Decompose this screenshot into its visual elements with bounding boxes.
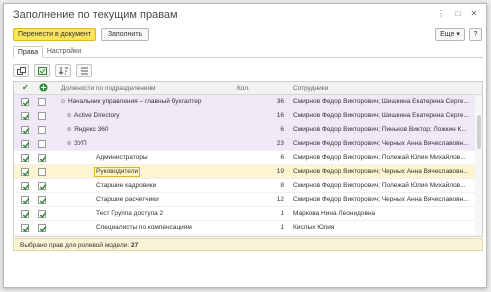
check-all-icon[interactable]: ✔ [22, 83, 29, 92]
row-name: Старшие кадровики [96, 182, 157, 189]
column-header-employees[interactable]: Сотрудники [293, 85, 328, 92]
row-name: Старшие расчетчики [96, 196, 159, 203]
command-bar: Перенести в документ Заполнить Еще ▾ ? [13, 28, 483, 42]
row-check-primary[interactable] [21, 154, 30, 163]
row-check-primary[interactable] [21, 210, 30, 219]
more-vert-icon[interactable]: ⋮ [436, 9, 446, 19]
more-button[interactable]: Еще ▾ [435, 28, 465, 41]
row-name: Начальник управления – главный бухгалтер [68, 98, 202, 105]
copy-icon[interactable] [13, 64, 29, 77]
table-row[interactable]: ⊕ ЗУП 23 Смирнов Федор Викторович; Черных А… [14, 137, 476, 151]
dialog-window: Заполнение по текущим правам ⋮ □ ✕ Перен… [3, 3, 487, 288]
transfer-to-document-button[interactable]: Перенести в документ [13, 28, 96, 41]
table-row[interactable]: Тест Группа доступа 2 1 Маркова Нина Леони… [14, 207, 476, 221]
row-employees: Смирнов Федор Викторович; Шишкина Екатер… [293, 112, 469, 119]
row-check-primary[interactable] [21, 224, 30, 233]
row-employees: Смирнов Федор Викторович; Шишкина Екатер… [293, 98, 469, 105]
chevron-down-icon: ▾ [456, 31, 460, 38]
row-count: 12 [276, 196, 284, 203]
add-circle-icon[interactable] [39, 83, 48, 94]
fill-button[interactable]: Заполнить [101, 28, 149, 41]
row-check-secondary[interactable] [38, 112, 46, 120]
row-name: Администраторы [96, 154, 148, 161]
row-count: 36 [276, 98, 284, 105]
table-row[interactable]: ⊕ Яндекс 360 6 Смирнов Федор Викторович; Пи… [14, 123, 476, 137]
row-check-secondary[interactable] [38, 210, 47, 219]
row-name: Active Directory [74, 112, 120, 119]
row-check-secondary[interactable] [38, 168, 46, 176]
row-count: 1 [280, 224, 284, 231]
row-check-secondary[interactable] [38, 182, 47, 191]
help-button[interactable]: ? [469, 28, 482, 41]
tab-strip: Права Настройки [13, 46, 483, 58]
row-employees: Смирнов Федор Викторович; Полежай Юлия М… [293, 154, 466, 161]
row-employees: Смирнов Федор Викторович; Черных Анна Вя… [293, 140, 469, 147]
tab-settings[interactable]: Настройки [44, 46, 84, 58]
row-count: 19 [276, 168, 284, 175]
row-name: Яндекс 360 [74, 126, 109, 133]
expand-icon[interactable]: ⊕ [66, 127, 72, 133]
sort-icon[interactable] [55, 64, 71, 77]
row-check-primary[interactable] [21, 140, 30, 149]
more-label: Еще [440, 31, 455, 38]
table-row[interactable]: Старшие менеджеры по набору персонала1Бе… [14, 235, 476, 236]
row-check-secondary[interactable] [38, 140, 46, 148]
row-name: ЗУП [74, 140, 87, 147]
row-check-primary[interactable] [21, 182, 30, 191]
row-check-secondary[interactable] [38, 154, 47, 163]
row-count: 1 [280, 210, 284, 217]
table-row[interactable]: Специалисты по компенсациям 1 Кислых Юлия [14, 221, 476, 235]
row-check-secondary[interactable] [38, 98, 46, 106]
row-check-secondary[interactable] [38, 196, 47, 205]
summary-bar: Выбрано прав для ролевой модели: 27 [13, 238, 483, 251]
row-name: Специалисты по компенсациям [96, 224, 192, 231]
summary-label: Выбрано прав для ролевой модели: [20, 242, 130, 249]
expand-icon[interactable]: ⊕ [66, 141, 72, 147]
column-header-name[interactable]: Должности по подразделениям [61, 85, 156, 92]
row-count: 6 [280, 126, 284, 133]
edit-icon[interactable] [34, 64, 50, 77]
collapse-icon[interactable]: ⊖ [60, 99, 66, 105]
row-check-primary[interactable] [21, 112, 30, 121]
close-icon[interactable]: ✕ [469, 9, 479, 19]
columns-icon[interactable] [76, 64, 92, 77]
table-header: ✔ Должности по подразделениям Кол. Сотру… [14, 82, 482, 95]
row-count: 23 [276, 140, 284, 147]
table-row[interactable]: ⊖ Начальник управления – главный бухгалте… [14, 95, 476, 109]
window-title: Заполнение по текущим правам [13, 9, 178, 21]
row-check-secondary[interactable] [38, 126, 46, 134]
column-header-count[interactable]: Кол. [237, 85, 250, 92]
row-count: 6 [280, 154, 284, 161]
row-check-secondary[interactable] [38, 224, 47, 233]
summary-value: 27 [131, 242, 139, 249]
table-row[interactable]: Администраторы 6 Смирнов Федор Викторович;… [14, 151, 476, 165]
row-name: Руководители [96, 168, 139, 175]
title-bar: Заполнение по текущим правам ⋮ □ ✕ [4, 4, 486, 24]
row-check-primary[interactable] [21, 196, 30, 205]
scrollbar-thumb[interactable] [477, 115, 481, 149]
table-row[interactable]: Руководители 19 Смирнов Федор Викторович; … [14, 165, 476, 179]
table-row[interactable]: Старшие расчетчики 12 Смирнов Федор Виктор… [14, 193, 476, 207]
table-row[interactable]: Старшие кадровики 8 Смирнов Федор Викторов… [14, 179, 476, 193]
row-employees: Смирнов Федор Викторович; Полежай Юлия М… [293, 182, 466, 189]
row-count: 16 [276, 112, 284, 119]
row-employees: Маркова Нина Леонидовна [293, 210, 376, 217]
maximize-icon[interactable]: □ [453, 9, 463, 19]
tab-rights[interactable]: Права [13, 46, 43, 58]
row-check-primary[interactable] [21, 168, 30, 177]
row-employees: Смирнов Федор Викторович; Черных Анна Вя… [293, 168, 469, 175]
table-row[interactable]: ⊕ Active Directory 16 Смирнов Федор Викторо… [14, 109, 476, 123]
vertical-scrollbar[interactable] [475, 95, 482, 236]
row-count: 8 [280, 182, 284, 189]
row-check-primary[interactable] [21, 98, 30, 107]
rights-table: ✔ Должности по подразделениям Кол. Сотру… [13, 81, 483, 237]
row-employees: Смирнов Федор Викторович; Черных Анна Вя… [293, 196, 469, 203]
row-employees: Кислых Юлия [293, 224, 335, 231]
row-check-primary[interactable] [21, 126, 30, 135]
row-name: Тест Группа доступа 2 [96, 210, 164, 217]
expand-icon[interactable]: ⊕ [66, 113, 72, 119]
row-employees: Смирнов Федор Викторович; Пиньков Виктор… [293, 126, 467, 133]
